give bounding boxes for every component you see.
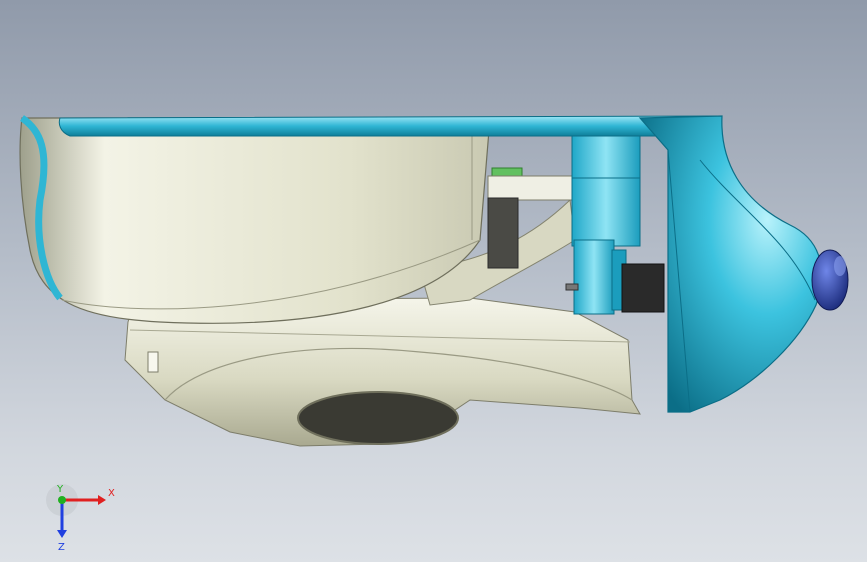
z-axis-label: Z: [58, 542, 65, 552]
rear-hood: [638, 115, 823, 413]
z-axis-head: [57, 530, 67, 538]
bottom-opening: [297, 391, 459, 445]
motor-shaft: [565, 283, 579, 291]
bowl-rim: [58, 115, 721, 137]
y-axis-label: Y: [56, 484, 64, 495]
3d-model-view[interactable]: [0, 0, 867, 562]
dark-bracket: [487, 197, 519, 269]
y-axis-dot: [58, 496, 66, 504]
x-axis-head: [98, 495, 106, 505]
mount-plate: [487, 175, 579, 201]
bowl-body: [19, 115, 491, 324]
adjustment-knob: [811, 249, 849, 311]
stepper-motor: [621, 263, 665, 313]
orientation-triad[interactable]: X Y Z: [44, 482, 124, 552]
x-axis-label: X: [108, 488, 115, 499]
cad-viewport[interactable]: X Y Z: [0, 0, 867, 562]
pcb-board: [491, 167, 523, 177]
